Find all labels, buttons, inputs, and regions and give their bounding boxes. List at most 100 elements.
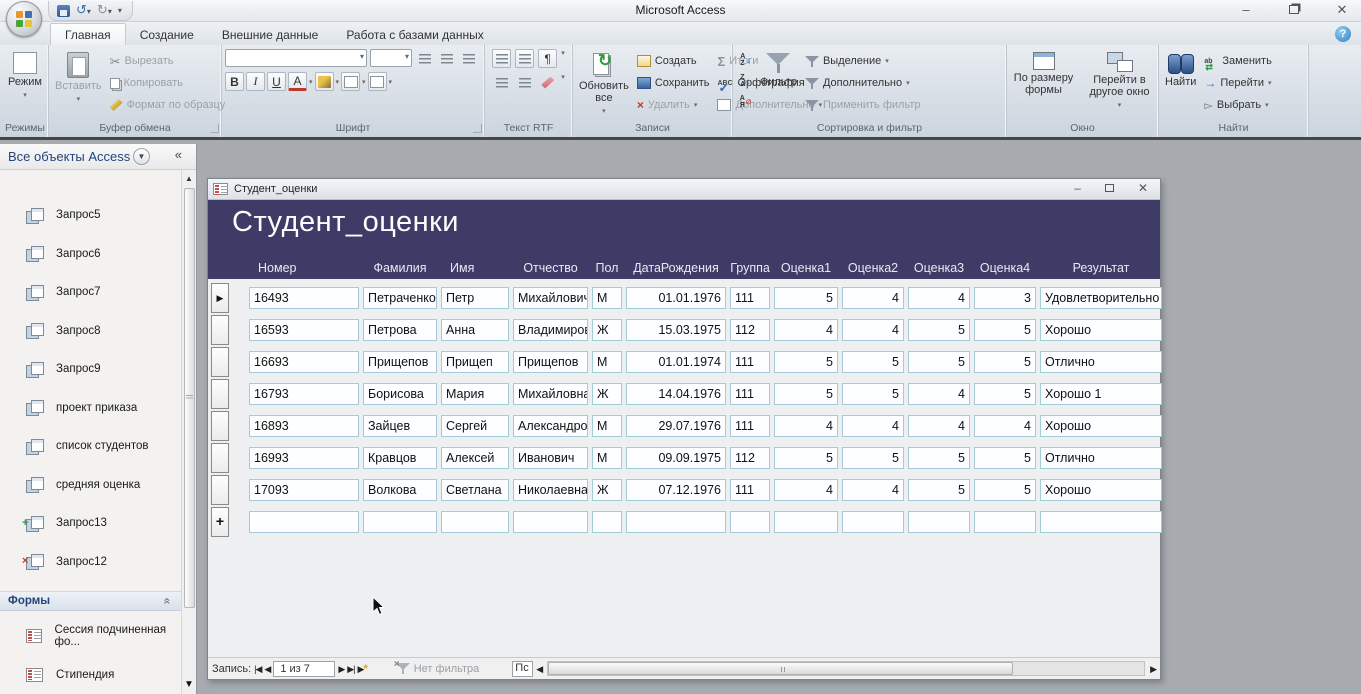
size-to-fit-form-button[interactable]: По размеру формы — [1011, 49, 1077, 97]
sort-ascending-button[interactable]: AZ↓ — [736, 50, 755, 69]
field-Оценка3[interactable]: 5 — [908, 479, 970, 501]
save-record-button[interactable]: Сохранить — [634, 73, 713, 93]
field-Отчество[interactable]: Владимировна — [513, 319, 588, 341]
collapse-section-icon[interactable]: « — [161, 598, 175, 605]
sidebar-item-query[interactable]: список студентов — [0, 427, 181, 466]
field-Оценка3[interactable]: 5 — [908, 447, 970, 469]
field-Результат[interactable]: Удовлетворительно — [1040, 287, 1162, 309]
field-Оценка1[interactable]: 4 — [774, 319, 838, 341]
field-Группа[interactable]: 111 — [730, 287, 770, 309]
field-Фамилия[interactable]: Волкова — [363, 479, 437, 501]
field-Имя[interactable]: Петр — [441, 287, 509, 309]
switch-windows-button[interactable]: Перейти в другое окно▾ — [1085, 49, 1155, 113]
goto-button[interactable]: →Перейти▾ — [1201, 73, 1274, 93]
scroll-up-icon[interactable]: ▲ — [185, 174, 193, 183]
field-Результат[interactable]: Отлично — [1040, 351, 1162, 373]
font-size-combo[interactable] — [370, 49, 412, 67]
sidebar-item-query[interactable]: ×Запрос12 — [0, 543, 181, 582]
field-Оценка3[interactable]: 5 — [908, 351, 970, 373]
search-input[interactable]: Пс — [512, 661, 533, 677]
sidebar-item-query[interactable]: +Запрос13 — [0, 504, 181, 543]
field-Фамилия[interactable]: Борисова — [363, 383, 437, 405]
numbered-list-button[interactable] — [492, 73, 511, 92]
field-Оценка4[interactable]: 5 — [974, 383, 1036, 405]
clear-sort-button[interactable]: AЯ⌀ — [736, 92, 755, 111]
italic-button[interactable]: I — [246, 72, 265, 91]
field-Имя[interactable]: Светлана — [441, 479, 509, 501]
field-Результат[interactable]: Хорошо 1 — [1040, 383, 1162, 405]
tab-vneshnie-dannye[interactable]: Внешние данные — [208, 24, 333, 45]
field-Оценка2[interactable]: 4 — [842, 319, 904, 341]
form-window-titlebar[interactable]: Студент_оценки – ✕ — [208, 179, 1160, 200]
shutter-close-icon[interactable]: « — [175, 147, 182, 162]
field-Оценка1[interactable]: 4 — [774, 415, 838, 437]
field-Оценка4[interactable]: 4 — [974, 415, 1036, 437]
field-Группа[interactable]: 111 — [730, 415, 770, 437]
field-Фамилия[interactable]: Прищепов — [363, 351, 437, 373]
delete-record-button[interactable]: ×Удалить▾ — [634, 95, 713, 115]
align-right-button[interactable] — [459, 49, 478, 68]
tab-rabota-s-bazami[interactable]: Работа с базами данных — [332, 24, 497, 45]
field-Отчество[interactable]: Иванович — [513, 447, 588, 469]
toggle-filter-button[interactable]: Применить фильтр — [802, 95, 924, 115]
field-Группа[interactable]: 111 — [730, 383, 770, 405]
field-ДатаРождения[interactable] — [626, 511, 726, 533]
help-icon[interactable]: ? — [1335, 26, 1351, 42]
field-Оценка4[interactable] — [974, 511, 1036, 533]
sidebar-item-query[interactable]: средняя оценка — [0, 466, 181, 505]
align-center-button[interactable] — [437, 49, 456, 68]
field-Пол[interactable]: М — [592, 415, 622, 437]
field-Оценка4[interactable]: 5 — [974, 447, 1036, 469]
field-Оценка3[interactable]: 4 — [908, 415, 970, 437]
new-record-selector[interactable]: + — [211, 507, 229, 537]
field-Оценка1[interactable]: 5 — [774, 383, 838, 405]
field-Результат[interactable]: Хорошо — [1040, 479, 1162, 501]
field-Оценка4[interactable]: 5 — [974, 351, 1036, 373]
field-ДатаРождения[interactable]: 09.09.1975 — [626, 447, 726, 469]
record-selector[interactable] — [211, 379, 229, 409]
field-Пол[interactable]: М — [592, 351, 622, 373]
field-Пол[interactable]: Ж — [592, 319, 622, 341]
field-Результат[interactable]: Хорошо — [1040, 415, 1162, 437]
field-Группа[interactable]: 111 — [730, 479, 770, 501]
horizontal-scrollbar[interactable] — [547, 661, 1145, 676]
filter-button[interactable]: Фильтр — [757, 49, 800, 89]
field-Номер[interactable]: 16793 — [249, 383, 359, 405]
field-Имя[interactable]: Сергей — [441, 415, 509, 437]
hscroll-right-icon[interactable]: ▶ — [1150, 664, 1156, 674]
decrease-indent-button[interactable] — [492, 49, 511, 68]
field-ДатаРождения[interactable]: 15.03.1975 — [626, 319, 726, 341]
form-restore-button[interactable] — [1105, 181, 1114, 196]
copy-button[interactable]: Копировать — [107, 73, 229, 93]
field-Пол[interactable]: Ж — [592, 479, 622, 501]
field-Номер[interactable]: 16693 — [249, 351, 359, 373]
hscroll-left-icon[interactable]: ◀ — [536, 664, 542, 674]
field-Номер[interactable]: 16493 — [249, 287, 359, 309]
sidebar-scrollbar[interactable]: ▲ ▼ — [181, 170, 196, 694]
field-Пол[interactable]: М — [592, 287, 622, 309]
first-record-button[interactable]: |◀ — [254, 664, 261, 674]
field-Номер[interactable]: 16993 — [249, 447, 359, 469]
field-Оценка4[interactable]: 3 — [974, 287, 1036, 309]
field-Отчество[interactable] — [513, 511, 588, 533]
minimize-button[interactable]: – — [1235, 2, 1257, 18]
sidebar-item-query[interactable]: Запрос7 — [0, 273, 181, 312]
field-Отчество[interactable]: Михайлович — [513, 287, 588, 309]
field-Оценка2[interactable]: 4 — [842, 415, 904, 437]
field-Результат[interactable] — [1040, 511, 1162, 533]
field-Оценка4[interactable]: 5 — [974, 479, 1036, 501]
previous-record-button[interactable]: ◀ — [264, 664, 270, 674]
form-minimize-button[interactable]: – — [1074, 181, 1081, 196]
field-Оценка2[interactable] — [842, 511, 904, 533]
field-ДатаРождения[interactable]: 29.07.1976 — [626, 415, 726, 437]
select-button[interactable]: ▻Выбрать▾ — [1201, 95, 1274, 115]
refresh-all-button[interactable]: ↻ Обновить все▾ — [576, 49, 632, 119]
sidebar-item-query[interactable]: Запрос8 — [0, 312, 181, 351]
alternate-fill-button[interactable] — [368, 72, 387, 91]
tab-sozdanie[interactable]: Создание — [126, 24, 208, 45]
field-Оценка2[interactable]: 5 — [842, 447, 904, 469]
field-Группа[interactable]: 111 — [730, 351, 770, 373]
field-Оценка1[interactable]: 5 — [774, 351, 838, 373]
field-Отчество[interactable]: Николаевна — [513, 479, 588, 501]
field-Фамилия[interactable]: Петраченко — [363, 287, 437, 309]
